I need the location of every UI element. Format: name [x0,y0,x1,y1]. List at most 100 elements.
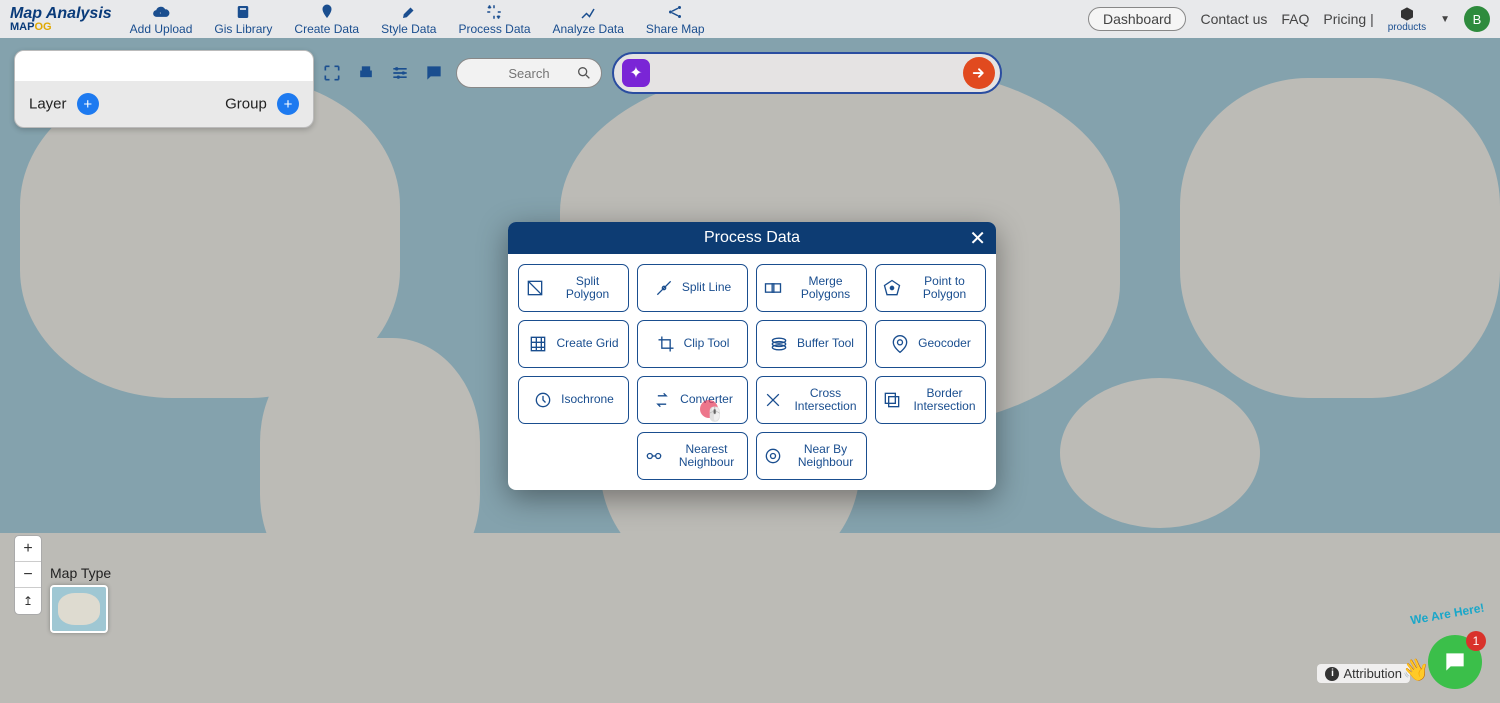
layer-panel-tabs[interactable] [15,51,313,81]
brand-sub: MAPOG [10,22,112,33]
zoom-in-button[interactable]: + [15,536,41,562]
search-icon [576,65,592,81]
cube-icon [1399,6,1415,22]
right-nav: Dashboard Contact us FAQ Pricing | produ… [1088,6,1490,33]
print-icon [356,63,376,83]
tool-merge-polygons[interactable]: Merge Polygons [756,264,867,312]
chat-button[interactable]: 1 [1428,635,1482,689]
geocoder-icon [890,334,910,354]
clip-icon [656,334,676,354]
wave-icon: 👋 [1402,657,1429,683]
cloud-upload-icon [152,3,170,21]
modal-close-button[interactable]: ✕ [969,226,986,251]
modal-tool-grid: Split Polygon Split Line Merge Polygons … [508,254,996,490]
sliders-icon [390,63,410,83]
attribution-button[interactable]: i Attribution [1317,664,1410,683]
info-icon: i [1325,667,1339,681]
share-icon [666,3,684,21]
pricing-link[interactable]: Pricing | [1323,11,1373,27]
nav-analyze-data[interactable]: Analyze Data [553,3,624,36]
modal-title: Process Data [704,229,800,247]
add-group-button[interactable]: + [277,93,299,115]
point-to-polygon-icon [882,278,902,298]
grid-icon [528,334,548,354]
layer-label: Layer [29,96,67,113]
tool-cross-intersection[interactable]: Cross Intersection [756,376,867,424]
nav-process-data[interactable]: Process Data [458,3,530,36]
dropdown-caret-icon[interactable]: ▼ [1440,14,1450,25]
tool-clip[interactable]: Clip Tool [637,320,748,368]
nav-gis-library[interactable]: Gis Library [214,3,272,36]
tool-nearby-neighbour[interactable]: Near By Neighbour [756,432,867,480]
tool-nearest-neighbour[interactable]: Nearest Neighbour [637,432,748,480]
ai-spark-button[interactable]: ✦ [622,59,650,87]
tool-isochrone[interactable]: Isochrone [518,376,629,424]
modal-header: Process Data ✕ [508,222,996,254]
brand-logo[interactable]: Map Analysis MAPOG [10,6,112,33]
tool-split-polygon[interactable]: Split Polygon [518,264,629,312]
buffer-icon [769,334,789,354]
contact-link[interactable]: Contact us [1200,11,1267,27]
nav-share-map[interactable]: Share Map [646,3,705,36]
map-type-switcher: Map Type [50,565,111,633]
nearby-neighbour-icon [763,446,783,466]
layer-add: Layer + [29,93,99,115]
split-line-icon [654,278,674,298]
merge-polygons-icon [763,278,783,298]
products-menu[interactable]: products [1388,6,1426,33]
tool-point-to-polygon[interactable]: Point to Polygon [875,264,986,312]
layer-panel: Layer + Group + [14,50,314,128]
tool-border-intersection[interactable]: Border Intersection [875,376,986,424]
analyze-icon [579,3,597,21]
toolbar-cluster: ✦ [320,52,1002,94]
tool-split-line[interactable]: Split Line [637,264,748,312]
library-icon [234,3,252,21]
nearest-neighbour-icon [644,446,664,466]
arrow-right-icon [970,64,988,82]
ai-search-submit[interactable] [963,57,995,89]
cross-intersection-icon [763,390,783,410]
small-search[interactable] [456,58,602,88]
tool-create-grid[interactable]: Create Grid [518,320,629,368]
border-intersection-icon [882,390,902,410]
group-add: Group + [225,93,299,115]
comment-icon [424,63,444,83]
isochrone-icon [533,390,553,410]
reset-north-button[interactable]: ↥ [15,588,41,614]
nav-add-upload[interactable]: Add Upload [130,3,193,36]
tool-buffer[interactable]: Buffer Tool [756,320,867,368]
user-avatar[interactable]: B [1464,6,1490,32]
settings-sliders-button[interactable] [388,61,412,85]
process-data-modal: Process Data ✕ Split Polygon Split Line … [508,222,996,490]
tool-geocoder[interactable]: Geocoder [875,320,986,368]
attribution-label: Attribution [1343,666,1402,681]
map-type-label: Map Type [50,565,111,581]
style-icon [400,3,418,21]
faq-link[interactable]: FAQ [1281,11,1309,27]
chat-icon [1442,649,1468,675]
tool-converter[interactable]: Converter [637,376,748,424]
nav-style-data[interactable]: Style Data [381,3,436,36]
pin-icon [318,3,336,21]
map-type-thumb[interactable] [50,585,108,633]
chat-unread-badge: 1 [1466,631,1486,651]
main-nav: Add Upload Gis Library Create Data Style… [130,3,705,36]
group-label: Group [225,96,267,113]
fullscreen-icon [322,63,342,83]
ai-search-input[interactable] [658,65,955,81]
print-button[interactable] [354,61,378,85]
chat-widget: We Are Here! 👋 1 [1428,635,1482,689]
zoom-out-button[interactable]: − [15,562,41,588]
brand-title: Map Analysis [10,6,112,22]
split-polygon-icon [525,278,545,298]
zoom-controls: + − ↥ [14,535,42,615]
add-layer-button[interactable]: + [77,93,99,115]
comment-button[interactable] [422,61,446,85]
top-bar: Map Analysis MAPOG Add Upload Gis Librar… [0,0,1500,38]
process-icon [485,3,503,21]
search-input[interactable] [484,66,574,81]
ai-search-bar: ✦ [612,52,1002,94]
nav-create-data[interactable]: Create Data [294,3,359,36]
fullscreen-button[interactable] [320,61,344,85]
dashboard-button[interactable]: Dashboard [1088,7,1187,31]
